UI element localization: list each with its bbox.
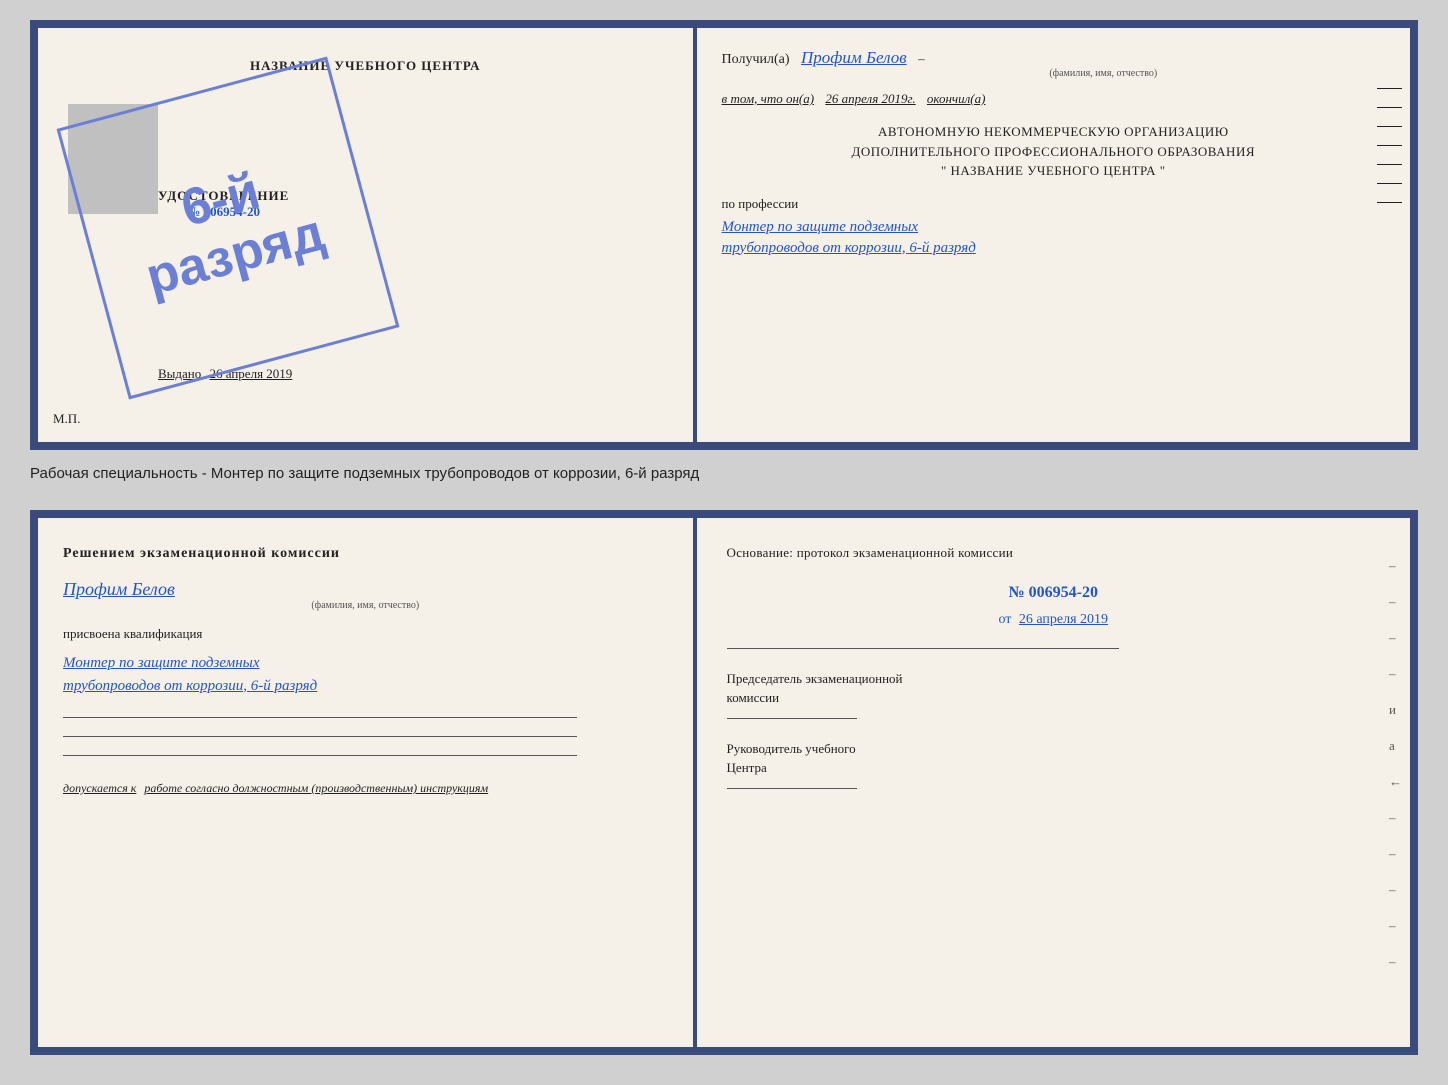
org-block: АВТОНОМНУЮ НЕКОММЕРЧЕСКУЮ ОРГАНИЗАЦИЮ ДО… — [722, 122, 1385, 181]
cert-top-right: Получил(а) Профим Белов – (фамилия, имя,… — [697, 28, 1410, 442]
professiya-text: Монтер по защите подземных трубопроводов… — [722, 217, 1385, 259]
dopuskaetsya-text: работе согласно должностным (производств… — [144, 781, 488, 795]
vydano-date: 26 апреля 2019 — [210, 366, 293, 381]
professiya-line2: трубопроводов от коррозии, 6-й разряд — [722, 238, 1385, 259]
udostoverenie-title: УДОСТОВЕРЕНИЕ — [158, 188, 289, 204]
org-name: " НАЗВАНИЕ УЧЕБНОГО ЦЕНТРА " — [722, 161, 1385, 181]
person-name-bottom: Профим Белов — [63, 579, 668, 600]
reshenie-title: Решением экзаменационной комиссии — [63, 543, 668, 564]
cert-bottom-right: Основание: протокол экзаменационной коми… — [697, 518, 1410, 1047]
blank-line-2 — [63, 736, 577, 737]
predsedatel-line1: Председатель экзаменационной — [727, 669, 1380, 689]
proto-number: 006954-20 — [1029, 584, 1098, 601]
blank-lines — [63, 717, 668, 756]
org-line2: ДОПОЛНИТЕЛЬНОГО ПРОФЕССИОНАЛЬНОГО ОБРАЗО… — [722, 142, 1385, 162]
rukovoditel-line1: Руководитель учебного — [727, 739, 1380, 759]
r-dash-6: – — [1389, 846, 1402, 862]
r-dash-2: – — [1389, 594, 1402, 610]
dash-7 — [1377, 202, 1402, 203]
separator-line-bottom — [727, 648, 1119, 649]
proto-prefix: № — [1009, 584, 1025, 601]
okonchil-label: окончил(а) — [927, 91, 986, 106]
r-dash-5: – — [1389, 810, 1402, 826]
vydano-label: Выдано — [158, 366, 201, 381]
dash-4 — [1377, 145, 1402, 146]
kval-line1: Монтер по защите подземных — [63, 652, 668, 675]
r-dash-8: – — [1389, 918, 1402, 934]
r-dash-4: – — [1389, 666, 1402, 682]
blank-line-1 — [63, 717, 577, 718]
blank-line-3 — [63, 755, 577, 756]
professiya-line1: Монтер по защите подземных — [722, 217, 1385, 238]
udostoverenie-block: УДОСТОВЕРЕНИЕ № 006954-20 — [158, 188, 289, 220]
dash-5 — [1377, 164, 1402, 165]
vydano-block: Выдано 26 апреля 2019 — [158, 366, 292, 382]
protocol-number: № 006954-20 — [727, 584, 1380, 602]
predsedatel: Председатель экзаменационной комиссии — [727, 669, 1380, 708]
poluchil-name: Профим Белов — [801, 48, 907, 68]
dash-1 — [1377, 88, 1402, 89]
predsedatel-line2: комиссии — [727, 688, 1380, 708]
r-dash-7: – — [1389, 882, 1402, 898]
dopuskaetsya: допускается к работе согласно должностны… — [63, 781, 668, 796]
rukovoditel: Руководитель учебного Центра — [727, 739, 1380, 778]
familiya-sub-bottom: (фамилия, имя, отчество) — [63, 600, 668, 611]
r-char-i: и — [1389, 702, 1402, 718]
poluchil-label: Получил(а) — [722, 52, 790, 67]
ot-date: от 26 апреля 2019 — [727, 612, 1380, 628]
po-professii: по профессии — [722, 196, 1385, 212]
dash-6 — [1377, 183, 1402, 184]
dopuskaetsya-prefix: допускается к — [63, 781, 136, 795]
mp-label: М.П. — [53, 411, 80, 427]
poluchil-row: Получил(а) Профим Белов – (фамилия, имя,… — [722, 48, 1385, 79]
predsedatel-signature-line — [727, 718, 857, 719]
familiya-label-top: (фамилия, имя, отчество) — [822, 68, 1385, 79]
cert-top-title: НАЗВАНИЕ УЧЕБНОГО ЦЕНТРА — [250, 58, 481, 74]
description-text: Рабочая специальность - Монтер по защите… — [30, 465, 699, 482]
dash-3 — [1377, 126, 1402, 127]
rukovoditel-line2: Центра — [727, 758, 1380, 778]
vtom-label: в том, что он(а) — [722, 91, 815, 106]
certificate-bottom: Решением экзаменационной комиссии Профим… — [30, 510, 1418, 1055]
osnovanie: Основание: протокол экзаменационной коми… — [727, 543, 1380, 564]
right-dashes-bottom: – – – – и а ← – – – – – — [1389, 558, 1402, 970]
r-char-arrow: ← — [1389, 774, 1402, 790]
cert-top-left: НАЗВАНИЕ УЧЕБНОГО ЦЕНТРА УДОСТОВЕРЕНИЕ №… — [38, 28, 697, 442]
vtom-date: 26 апреля 2019г. — [825, 91, 915, 106]
prisvoena-label: присвоена квалификация — [63, 626, 668, 642]
certificate-top: НАЗВАНИЕ УЧЕБНОГО ЦЕНТРА УДОСТОВЕРЕНИЕ №… — [30, 20, 1418, 450]
kval-line2: трубопроводов от коррозии, 6-й разряд — [63, 675, 668, 698]
dash-2 — [1377, 107, 1402, 108]
r-dash-3: – — [1389, 630, 1402, 646]
cert-bottom-left: Решением экзаменационной комиссии Профим… — [38, 518, 697, 1047]
page-background: НАЗВАНИЕ УЧЕБНОГО ЦЕНТРА УДОСТОВЕРЕНИЕ №… — [0, 0, 1448, 1085]
r-dash-9: – — [1389, 954, 1402, 970]
dash-poluchil: – — [918, 51, 925, 66]
photo-placeholder — [68, 104, 158, 214]
vtom-row: в том, что он(а) 26 апреля 2019г. окончи… — [722, 91, 1385, 107]
cert-number: 006954-20 — [204, 204, 260, 219]
ot-date-val: 26 апреля 2019 — [1019, 612, 1108, 627]
kvalifikaciya-text: Монтер по защите подземных трубопроводов… — [63, 652, 668, 697]
right-dashes-top — [1377, 88, 1402, 203]
rukovoditel-signature-line — [727, 788, 857, 789]
number-prefix: № — [187, 204, 200, 219]
r-dash-1: – — [1389, 558, 1402, 574]
udostoverenie-number: № 006954-20 — [158, 204, 289, 220]
org-line1: АВТОНОМНУЮ НЕКОММЕРЧЕСКУЮ ОРГАНИЗАЦИЮ — [722, 122, 1385, 142]
ot-prefix: от — [998, 612, 1011, 627]
r-char-a: а — [1389, 738, 1402, 754]
